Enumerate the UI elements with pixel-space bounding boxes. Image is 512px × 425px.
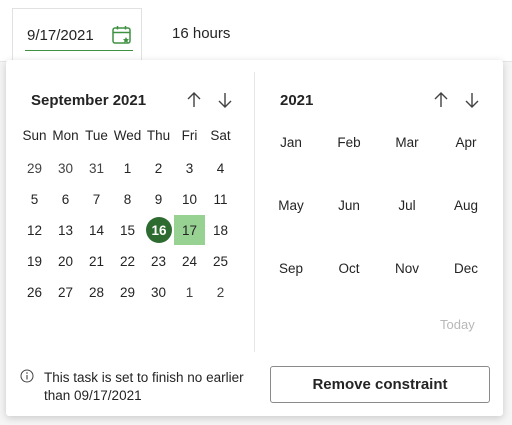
day-cell[interactable]: 13 bbox=[50, 215, 81, 245]
day-cell[interactable]: 10 bbox=[174, 184, 205, 214]
day-cell[interactable]: 29 bbox=[19, 153, 50, 183]
month-oct[interactable]: Oct bbox=[320, 261, 378, 276]
day-cell[interactable]: 24 bbox=[174, 246, 205, 276]
day-cell[interactable]: 2 bbox=[143, 153, 174, 183]
duration-value[interactable]: 16 hours bbox=[172, 25, 230, 42]
remove-constraint-button[interactable]: Remove constraint bbox=[270, 366, 490, 403]
date-value[interactable]: 9/17/2021 bbox=[27, 27, 94, 44]
day-cell[interactable]: 22 bbox=[112, 246, 143, 276]
day-cell[interactable]: 15 bbox=[112, 215, 143, 245]
month-feb[interactable]: Feb bbox=[320, 135, 378, 150]
divider bbox=[254, 72, 255, 352]
day-cell[interactable]: 7 bbox=[81, 184, 112, 214]
day-cell[interactable]: 11 bbox=[205, 184, 236, 214]
calendar-icon[interactable] bbox=[111, 24, 133, 46]
day-cell[interactable]: 20 bbox=[50, 246, 81, 276]
day-cell[interactable]: 12 bbox=[19, 215, 50, 245]
weekday-header: Sun Mon Tue Wed Thu Fri Sat bbox=[19, 128, 238, 154]
week-row: 12 13 14 15 16 17 18 bbox=[19, 215, 238, 245]
weekday-fri: Fri bbox=[181, 128, 198, 143]
weekday-mon: Mon bbox=[52, 128, 79, 143]
day-cell[interactable]: 2 bbox=[205, 277, 236, 307]
day-cell[interactable]: 25 bbox=[205, 246, 236, 276]
date-input[interactable]: 9/17/2021 bbox=[25, 23, 133, 51]
prev-year-button[interactable] bbox=[430, 89, 452, 111]
week-row: 5 6 7 8 9 10 11 bbox=[19, 184, 238, 210]
info-icon bbox=[20, 369, 34, 383]
arrow-up-icon bbox=[187, 92, 201, 107]
weekday-sun: Sun bbox=[22, 128, 47, 143]
day-cell[interactable]: 8 bbox=[112, 184, 143, 214]
day-cell[interactable]: 30 bbox=[143, 277, 174, 307]
arrow-up-icon bbox=[434, 92, 448, 107]
week-row: 26 27 28 29 30 1 2 bbox=[19, 277, 238, 303]
next-month-button[interactable] bbox=[214, 89, 236, 111]
weekday-wed: Wed bbox=[113, 128, 142, 143]
weekday-sat: Sat bbox=[210, 128, 231, 143]
month-title: September 2021 bbox=[31, 92, 147, 109]
constraint-info-text: This task is set to finish no earlier th… bbox=[44, 370, 244, 403]
month-jun[interactable]: Jun bbox=[320, 198, 378, 213]
day-cell[interactable]: 4 bbox=[205, 153, 236, 183]
day-cell[interactable]: 1 bbox=[112, 153, 143, 183]
month-mar[interactable]: Mar bbox=[378, 135, 436, 150]
day-cell[interactable]: 21 bbox=[81, 246, 112, 276]
month-aug[interactable]: Aug bbox=[437, 198, 495, 213]
day-cell[interactable]: 28 bbox=[81, 277, 112, 307]
day-cell[interactable]: 5 bbox=[19, 184, 50, 214]
month-may[interactable]: May bbox=[262, 198, 320, 213]
today-marker[interactable]: 16 bbox=[146, 217, 172, 243]
month-apr[interactable]: Apr bbox=[437, 135, 495, 150]
prev-month-button[interactable] bbox=[183, 89, 205, 111]
month-jan[interactable]: Jan bbox=[262, 135, 320, 150]
weekday-tue: Tue bbox=[85, 128, 108, 143]
day-cell[interactable]: 9 bbox=[143, 184, 174, 214]
day-cell[interactable]: 3 bbox=[174, 153, 205, 183]
month-nov[interactable]: Nov bbox=[378, 261, 436, 276]
day-cell[interactable]: 29 bbox=[112, 277, 143, 307]
week-row: 29 30 31 1 2 3 4 bbox=[19, 153, 238, 179]
date-picker-popup: September 2021 Sun Mon Tue Wed Thu Fri S… bbox=[6, 60, 503, 416]
next-year-button[interactable] bbox=[461, 89, 483, 111]
year-title[interactable]: 2021 bbox=[280, 92, 313, 109]
task-field-bar: 9/17/2021 16 hours bbox=[0, 0, 512, 62]
arrow-down-icon bbox=[465, 93, 479, 108]
day-cell[interactable]: 27 bbox=[50, 277, 81, 307]
today-day-cell[interactable]: 16 bbox=[143, 215, 174, 245]
arrow-down-icon bbox=[218, 93, 232, 108]
month-jul[interactable]: Jul bbox=[378, 198, 436, 213]
day-cell[interactable]: 23 bbox=[143, 246, 174, 276]
month-sep[interactable]: Sep bbox=[262, 261, 320, 276]
weekday-thu: Thu bbox=[146, 128, 171, 143]
day-cell[interactable]: 31 bbox=[81, 153, 112, 183]
week-row: 19 20 21 22 23 24 25 bbox=[19, 246, 238, 272]
today-link[interactable]: Today bbox=[440, 317, 475, 332]
date-field[interactable]: 9/17/2021 bbox=[12, 8, 142, 60]
day-cell[interactable]: 18 bbox=[205, 215, 236, 245]
month-dec[interactable]: Dec bbox=[437, 261, 495, 276]
day-cell[interactable]: 30 bbox=[50, 153, 81, 183]
day-cell[interactable]: 14 bbox=[81, 215, 112, 245]
selected-day-cell[interactable]: 17 bbox=[174, 215, 205, 245]
day-cell[interactable]: 26 bbox=[19, 277, 50, 307]
day-cell[interactable]: 19 bbox=[19, 246, 50, 276]
day-cell[interactable]: 6 bbox=[50, 184, 81, 214]
day-cell[interactable]: 1 bbox=[174, 277, 205, 307]
